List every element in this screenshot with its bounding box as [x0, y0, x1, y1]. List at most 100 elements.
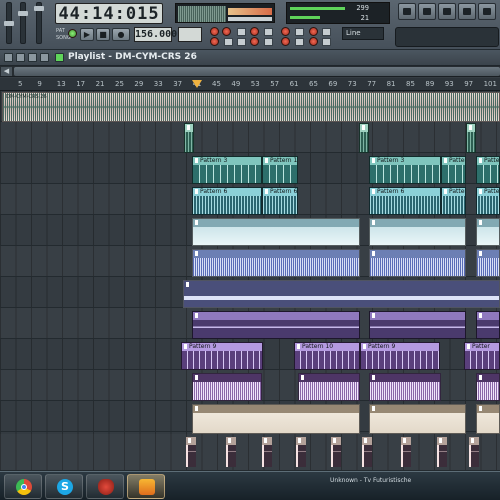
pattern-clip[interactable]: Pattern 3 [192, 156, 262, 184]
record-toggle-6[interactable] [281, 27, 290, 36]
draw-tool-icon[interactable] [16, 53, 25, 62]
perc-clip[interactable] [262, 437, 272, 467]
scroll-thumb[interactable] [14, 67, 500, 76]
track-row[interactable] [0, 122, 500, 153]
pattern-clip[interactable] [369, 311, 466, 339]
pattern-clip[interactable] [192, 311, 360, 339]
horizontal-scrollbar[interactable]: ◀ [0, 66, 500, 77]
record-toggle-5[interactable] [250, 37, 259, 46]
taskbar-skype[interactable]: S [45, 474, 83, 499]
audio-clip[interactable] [369, 249, 466, 277]
pattern-clip[interactable] [192, 404, 360, 434]
pattern-clip[interactable]: Pattern 6 [369, 187, 441, 215]
record-toggle-3[interactable] [250, 27, 259, 36]
audio-clip[interactable] [476, 249, 500, 277]
pattern-clip[interactable]: Pattern 6 [192, 187, 262, 215]
tool-toggle-6[interactable] [295, 28, 304, 36]
play-button[interactable]: ▶ [80, 28, 94, 41]
playhead-marker[interactable] [192, 80, 202, 88]
pattern-clip[interactable]: Pattern 6 [262, 187, 298, 215]
pattern-clip[interactable] [184, 123, 194, 153]
tool-toggle-9[interactable] [322, 38, 331, 46]
taskbar-app3[interactable] [86, 474, 124, 499]
track-row[interactable] [0, 434, 500, 471]
perc-clip[interactable] [186, 437, 196, 467]
mixer-shortcut-icon[interactable] [458, 3, 476, 20]
timeline-ruler[interactable]: 5 9 13 17 21 25 29 33 37 41 45 49 53 57 61 65 69 73 77 81 85… [0, 78, 500, 91]
pattern-clip[interactable] [476, 218, 500, 246]
tool-toggle-2[interactable] [264, 28, 273, 36]
pattern-clip[interactable] [192, 373, 262, 401]
audio-clip[interactable] [192, 249, 360, 277]
pattern-clip[interactable]: Pattern 9 [181, 342, 263, 370]
pattern-clip[interactable]: Patter [476, 156, 500, 184]
stop-button[interactable]: ■ [96, 28, 110, 41]
pattern-clip[interactable] [359, 123, 369, 153]
master-volume-slider[interactable] [4, 2, 14, 44]
playlist-menu-icon[interactable] [4, 53, 13, 62]
song-time-display[interactable]: 44:14:015 [55, 3, 163, 24]
track-row[interactable] [0, 370, 500, 401]
paint-tool-icon[interactable] [28, 53, 37, 62]
track-row[interactable] [0, 215, 500, 246]
tool-toggle-3[interactable] [224, 38, 233, 46]
tool-toggle-1[interactable] [237, 28, 246, 36]
playlist-tracks[interactable]: DM-CYM-CRS 26 Pattern 3 Pattern 11 Patte… [0, 91, 500, 471]
pattern-selector[interactable] [178, 27, 202, 42]
tool-toggle-5[interactable] [264, 38, 273, 46]
pattern-clip[interactable] [369, 373, 441, 401]
perc-clip[interactable] [362, 437, 372, 467]
delete-tool-icon[interactable] [40, 53, 49, 62]
pattern-clip[interactable] [183, 280, 500, 308]
track-row[interactable] [0, 277, 500, 308]
record-toggle-4[interactable] [210, 37, 219, 46]
record-toggle-2[interactable] [222, 27, 231, 36]
perc-clip[interactable] [331, 437, 341, 467]
record-toggle-9[interactable] [309, 37, 318, 46]
playlist-shortcut-icon[interactable] [398, 3, 416, 20]
snap-arrow-icon[interactable] [55, 53, 64, 62]
tool-toggle-4[interactable] [237, 38, 246, 46]
tool-toggle-7[interactable] [322, 28, 331, 36]
taskbar-chrome[interactable] [4, 474, 42, 499]
perc-clip[interactable] [469, 437, 479, 467]
pattern-clip[interactable]: Patter [441, 187, 466, 215]
pattern-clip[interactable]: Pattern 9 [360, 342, 440, 370]
record-toggle-8[interactable] [281, 37, 290, 46]
channel-rack-shortcut-icon[interactable] [438, 3, 456, 20]
perc-clip[interactable] [226, 437, 236, 467]
track-row[interactable]: Pattern 6 Pattern 6 Pattern 6 Patter Pat… [0, 184, 500, 215]
tempo-display[interactable]: 156.000 [134, 27, 177, 42]
track-row[interactable] [0, 246, 500, 277]
playlist-titlebar[interactable]: Playlist - DM-CYM-CRS 26 [0, 50, 500, 66]
perc-clip[interactable] [437, 437, 447, 467]
perc-clip[interactable] [401, 437, 411, 467]
pattern-clip[interactable]: Patter [476, 187, 500, 215]
track-row[interactable]: Pattern 3 Pattern 11 Pattern 3 Patter Pa… [0, 153, 500, 184]
track-row[interactable]: DM-CYM-CRS 26 [0, 91, 500, 122]
pattern-clip[interactable] [298, 373, 360, 401]
audio-clip[interactable]: DM-CYM-CRS 26 [2, 92, 500, 122]
pattern-clip[interactable] [476, 373, 500, 401]
track-row[interactable]: Pattern 9 Pattern 10 Pattern 9 Patter [0, 339, 500, 370]
pattern-clip[interactable] [369, 404, 466, 434]
record-toggle-7[interactable] [309, 27, 318, 36]
perc-clip[interactable] [296, 437, 306, 467]
pattern-clip[interactable]: Patter [464, 342, 500, 370]
browser-shortcut-icon[interactable] [478, 3, 496, 20]
snap-selector[interactable]: Line [342, 27, 384, 40]
pattern-clip[interactable] [466, 123, 476, 153]
pattern-clip[interactable]: Pattern 10 [294, 342, 360, 370]
song-mode-led[interactable] [68, 29, 77, 38]
pattern-clip[interactable]: Pattern 3 [369, 156, 441, 184]
record-button[interactable]: ● [112, 28, 130, 41]
track-row[interactable] [0, 401, 500, 434]
pattern-clip[interactable]: Patter [441, 156, 466, 184]
pattern-clip[interactable] [192, 218, 360, 246]
taskbar-fl-studio[interactable] [127, 474, 165, 499]
pattern-clip[interactable] [476, 404, 500, 434]
master-pitch-slider[interactable] [18, 2, 28, 44]
pattern-clip[interactable] [369, 218, 466, 246]
tool-toggle-8[interactable] [295, 38, 304, 46]
record-toggle-1[interactable] [210, 27, 219, 36]
